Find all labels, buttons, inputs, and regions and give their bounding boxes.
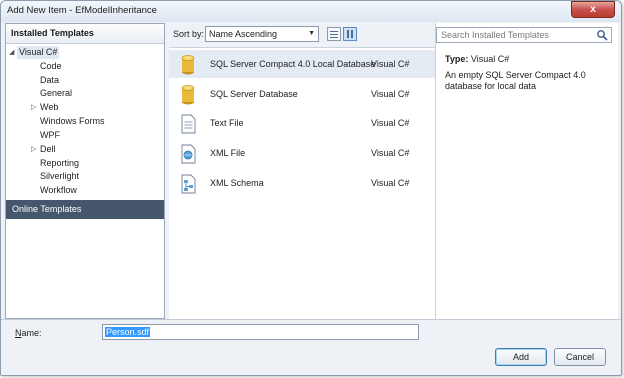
- template-language: Visual C#: [371, 59, 410, 69]
- cancel-button[interactable]: Cancel: [554, 348, 606, 366]
- footer-divider: [1, 319, 621, 320]
- list-item[interactable]: XML File Visual C#: [169, 139, 435, 167]
- template-name: SQL Server Database: [210, 89, 298, 99]
- template-language: Visual C#: [371, 118, 410, 128]
- template-language: Visual C#: [371, 89, 410, 99]
- tree-item-wpf[interactable]: WPF: [40, 129, 60, 142]
- collapsed-arrow-icon[interactable]: ▷: [31, 145, 36, 153]
- template-language: Visual C#: [371, 178, 410, 188]
- tree-item-data[interactable]: Data: [40, 74, 59, 87]
- name-label-rest: ame:: [21, 328, 42, 338]
- search-icon[interactable]: [596, 29, 608, 41]
- add-button[interactable]: Add: [495, 348, 547, 366]
- list-item[interactable]: XML Schema Visual C#: [169, 169, 435, 197]
- type-line: Type: Visual C#: [445, 54, 509, 64]
- template-name: Text File: [210, 118, 244, 128]
- tree-item-silverlight[interactable]: Silverlight: [40, 170, 79, 183]
- template-description: An empty SQL Server Compact 4.0 database…: [445, 70, 586, 91]
- xml-file-icon: [181, 144, 196, 164]
- template-language: Visual C#: [371, 148, 410, 158]
- name-field[interactable]: Person.sdf: [102, 324, 419, 340]
- expanded-arrow-icon[interactable]: ◢: [9, 48, 14, 56]
- database-icon: [181, 85, 195, 105]
- tree-item-general[interactable]: General: [40, 87, 72, 100]
- template-name: SQL Server Compact 4.0 Local Database: [210, 59, 376, 69]
- template-name: XML Schema: [210, 178, 264, 188]
- tree-item-workflow[interactable]: Workflow: [40, 184, 77, 197]
- list-view-button[interactable]: [327, 27, 341, 41]
- template-name: XML File: [210, 148, 246, 158]
- sort-value: Name Ascending: [209, 29, 278, 39]
- sort-dropdown[interactable]: Name Ascending ▼: [205, 26, 319, 42]
- tree-item-windows-forms[interactable]: Windows Forms: [40, 115, 105, 128]
- templates-list: SQL Server Compact 4.0 Local Database Vi…: [169, 47, 435, 320]
- details-view-button[interactable]: [343, 27, 357, 41]
- tree-item-code[interactable]: Code: [40, 60, 62, 73]
- type-label: Type:: [445, 54, 469, 64]
- list-item[interactable]: Text File Visual C#: [169, 109, 435, 137]
- close-button[interactable]: x: [571, 1, 615, 18]
- text-file-icon: [181, 114, 196, 134]
- tree-item-web[interactable]: Web: [40, 101, 58, 114]
- online-templates-item[interactable]: Online Templates: [6, 200, 164, 219]
- sort-by-label: Sort by:: [173, 29, 205, 39]
- window-title: Add New Item - EfModelInheritance: [7, 5, 157, 16]
- search-input[interactable]: Search Installed Templates: [436, 27, 612, 43]
- chevron-down-icon: ▼: [308, 30, 315, 37]
- xml-schema-icon: [181, 174, 196, 194]
- templates-tree-panel: Installed Templates ◢ Visual C# Code Dat…: [5, 23, 165, 319]
- tree-item-reporting[interactable]: Reporting: [40, 157, 79, 170]
- name-label: Name:: [15, 328, 42, 338]
- title-bar: Add New Item - EfModelInheritance x: [1, 1, 621, 22]
- installed-templates-header: Installed Templates: [6, 24, 164, 44]
- add-new-item-dialog: Add New Item - EfModelInheritance x Inst…: [0, 0, 622, 376]
- name-value: Person.sdf: [105, 327, 151, 337]
- database-icon: [181, 55, 195, 75]
- details-panel: Search Installed Templates Type: Visual …: [435, 23, 618, 319]
- type-value: Visual C#: [470, 54, 510, 64]
- collapsed-arrow-icon[interactable]: ▷: [31, 103, 36, 111]
- search-placeholder: Search Installed Templates: [441, 30, 549, 40]
- list-item[interactable]: SQL Server Compact 4.0 Local Database Vi…: [169, 50, 435, 78]
- tree-item-visual-csharp[interactable]: Visual C#: [17, 46, 60, 59]
- list-item[interactable]: SQL Server Database Visual C#: [169, 80, 435, 108]
- tree-item-dell[interactable]: Dell: [40, 143, 56, 156]
